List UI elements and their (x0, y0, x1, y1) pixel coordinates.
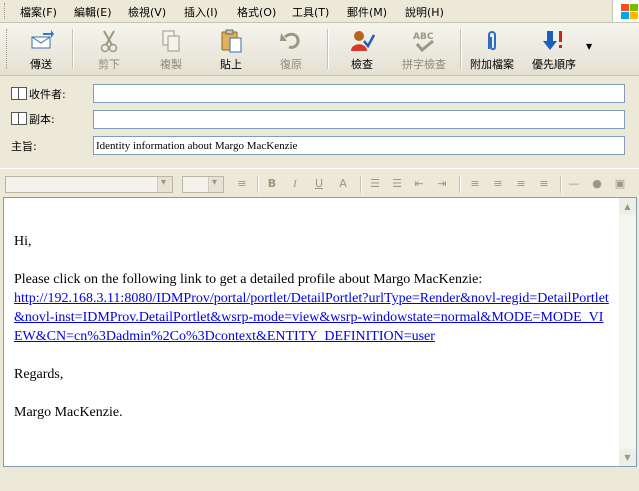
clipboard-icon (218, 29, 244, 53)
align-left-icon[interactable]: ≡ (467, 177, 483, 191)
paste-label: 貼上 (220, 58, 242, 71)
toolbar-grip (6, 29, 9, 69)
priority-dropdown-arrow-icon[interactable]: ▼ (586, 42, 592, 51)
toolbar-divider (327, 29, 329, 69)
check-names-button[interactable]: 檢查 (337, 27, 387, 71)
scroll-up-icon[interactable]: ▲ (619, 198, 636, 215)
menu-file[interactable]: 檔案(F) (20, 4, 57, 20)
justify-icon[interactable]: ≡ (536, 177, 552, 191)
menu-bar: 檔案(F) 編輯(E) 檢視(V) 插入(I) 格式(O) 工具(T) 郵件(M… (0, 0, 639, 23)
priority-label: 優先順序 (532, 58, 576, 71)
attach-button[interactable]: 附加檔案 (466, 27, 518, 71)
windows-logo-icon (612, 0, 639, 22)
copy-icon (158, 29, 184, 53)
paperclip-icon (479, 29, 505, 53)
spelling-label: 拼字檢查 (402, 58, 446, 71)
message-header: 收件者: 副本: 主旨: (0, 76, 639, 162)
format-divider (257, 176, 259, 193)
send-label: 傳送 (30, 58, 52, 71)
subject-label: 主旨: (11, 140, 37, 153)
format-divider (360, 176, 362, 193)
to-label[interactable]: 收件者: (11, 86, 66, 102)
address-book-icon (11, 87, 27, 100)
increase-indent-icon[interactable]: ⇥ (434, 177, 450, 191)
closing-text: Regards, (14, 367, 64, 382)
message-body[interactable]: Hi, Please click on the following link t… (3, 197, 637, 467)
priority-icon (541, 29, 567, 53)
check-names-icon (349, 29, 376, 53)
copy-label: 複製 (160, 58, 182, 71)
menu-edit[interactable]: 編輯(E) (74, 4, 112, 20)
format-divider (459, 176, 461, 193)
horizontal-line-icon[interactable]: — (566, 177, 582, 191)
format-toolbar: ≡ B I U A ☰ ☰ ⇤ ⇥ ≡ ≡ ≡ ≡ — ● ▣ (0, 168, 639, 197)
to-field[interactable] (93, 84, 625, 103)
menu-help[interactable]: 說明(H) (405, 4, 444, 20)
undo-label: 復原 (280, 58, 302, 71)
align-center-icon[interactable]: ≡ (490, 177, 506, 191)
message-text[interactable]: Hi, Please click on the following link t… (14, 232, 609, 422)
profile-link[interactable]: http://192.168.3.11:8080/IDMProv/portal/… (14, 289, 609, 346)
cc-label[interactable]: 副本: (11, 111, 55, 127)
hyperlink-globe-icon[interactable]: ● (589, 177, 605, 191)
insert-picture-icon[interactable]: ▣ (612, 177, 628, 191)
menu-tools[interactable]: 工具(T) (292, 4, 329, 20)
font-size-select[interactable] (182, 176, 224, 193)
status-area (0, 467, 639, 491)
paragraph-style-icon[interactable]: ≡ (234, 177, 250, 191)
check-label: 檢查 (351, 58, 373, 71)
italic-icon[interactable]: I (287, 177, 303, 191)
toolbar-divider (72, 29, 74, 69)
intro-text: Please click on the following link to ge… (14, 272, 483, 287)
decrease-indent-icon[interactable]: ⇤ (411, 177, 427, 191)
align-right-icon[interactable]: ≡ (513, 177, 529, 191)
scroll-down-icon[interactable]: ▼ (619, 449, 636, 466)
bold-icon[interactable]: B (264, 177, 280, 191)
undo-button[interactable]: 復原 (266, 27, 316, 71)
greeting-text: Hi, (14, 234, 32, 249)
cut-label: 剪下 (98, 58, 120, 71)
spelling-button[interactable]: ABC 拼字檢查 (396, 27, 452, 71)
vertical-scrollbar[interactable]: ▲ ▼ (619, 198, 636, 466)
menu-format[interactable]: 格式(O) (237, 4, 276, 20)
send-icon (28, 29, 54, 53)
subject-field[interactable] (93, 136, 625, 155)
address-book-icon (11, 112, 27, 125)
svg-text:ABC: ABC (413, 32, 434, 42)
font-name-select[interactable] (5, 176, 173, 193)
menu-view[interactable]: 檢視(V) (128, 4, 166, 20)
undo-icon (278, 29, 304, 53)
send-button[interactable]: 傳送 (14, 27, 68, 71)
underline-icon[interactable]: U (311, 177, 327, 191)
bulleted-list-icon[interactable]: ☰ (389, 177, 405, 191)
signature-text: Margo MacKenzie. (14, 405, 123, 420)
numbered-list-icon[interactable]: ☰ (367, 177, 383, 191)
format-divider (560, 176, 562, 193)
attach-label: 附加檔案 (470, 58, 514, 71)
scissors-icon (96, 29, 122, 53)
cut-button[interactable]: 剪下 (84, 27, 134, 71)
toolbar-divider (460, 29, 462, 69)
font-color-icon[interactable]: A (335, 177, 351, 191)
toolbar: 傳送 剪下 複製 貼上 復原 檢查 ABC 拼字檢查 附加檔案 優先順序 ▼ (0, 23, 639, 76)
menu-insert[interactable]: 插入(I) (184, 4, 218, 20)
menu-grip (4, 3, 8, 19)
priority-button[interactable]: 優先順序 (526, 27, 582, 71)
cc-field[interactable] (93, 110, 625, 129)
spell-check-icon: ABC (411, 29, 437, 53)
paste-button[interactable]: 貼上 (206, 27, 256, 71)
copy-button[interactable]: 複製 (146, 27, 196, 71)
menu-mail[interactable]: 郵件(M) (347, 4, 387, 20)
